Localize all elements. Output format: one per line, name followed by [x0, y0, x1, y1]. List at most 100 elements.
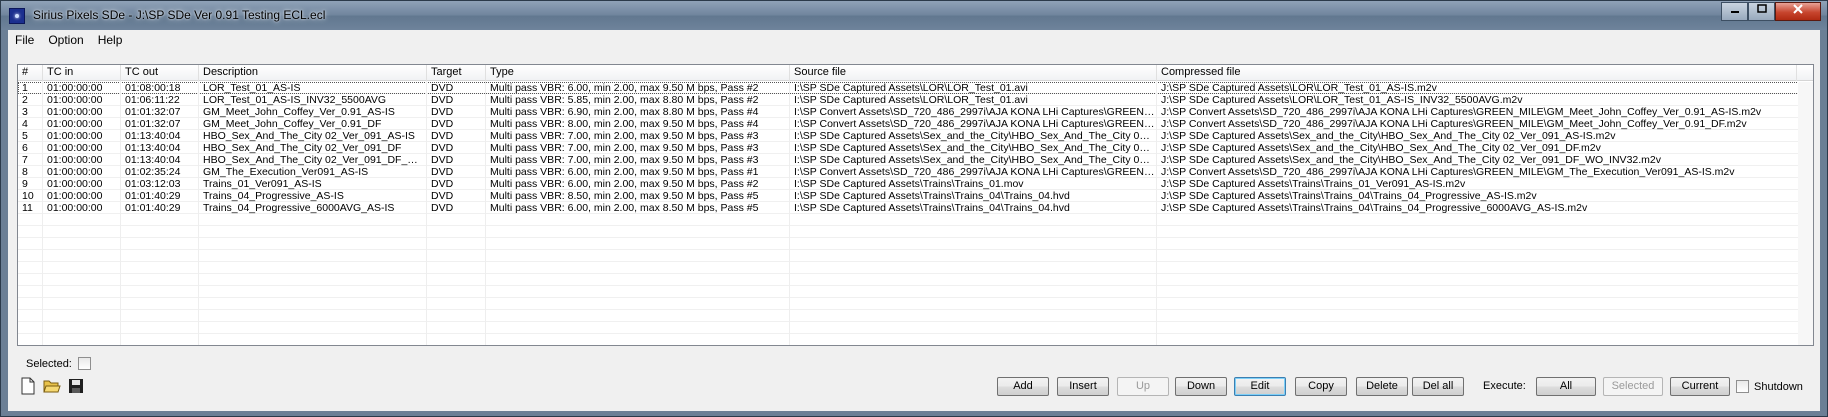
app-icon[interactable]: [9, 8, 25, 24]
delete-button[interactable]: Delete: [1356, 377, 1408, 396]
empty-row[interactable]: [18, 250, 1813, 262]
cell-tc-out: 01:01:32:07: [125, 106, 181, 118]
table-row[interactable]: 1 01:00:00:00 01:08:00:18 LOR_Test_01_AS-IS…: [18, 82, 1813, 94]
cell-compressed-file: J:\SP SDe Captured Assets\LOR\LOR_Test_0…: [1161, 82, 1437, 94]
cell-compressed-file: J:\SP SDe Captured Assets\Trains\Trains_…: [1161, 190, 1537, 202]
cell-compressed-file: J:\SP SDe Captured Assets\Sex_and_the_Ci…: [1161, 154, 1661, 166]
cell-source-file: I:\SP Convert Assets\SD_720_486_2997i\AJ…: [794, 106, 1155, 118]
cell-tc-out: 01:13:40:04: [125, 130, 181, 142]
empty-row[interactable]: [18, 334, 1813, 345]
cell-tc-out: 01:03:12:03: [125, 178, 181, 190]
cell-type: Multi pass VBR: 6.00, min 2.00, max 8.50…: [490, 202, 759, 214]
header-col-description[interactable]: Description: [199, 65, 427, 81]
execute-current-button[interactable]: Current: [1670, 377, 1730, 396]
cell-tc-out: 01:02:35:24: [125, 166, 181, 178]
maximize-button[interactable]: [1748, 2, 1775, 21]
empty-row[interactable]: [18, 298, 1813, 310]
close-button[interactable]: [1775, 2, 1821, 21]
del-all-button[interactable]: Del all: [1412, 377, 1464, 396]
cell-description: Trains_01_Ver091_AS-IS: [203, 178, 322, 190]
execute-selected-button[interactable]: Selected: [1603, 377, 1663, 396]
menu-file[interactable]: File: [8, 30, 41, 50]
cell-source-file: I:\SP SDe Captured Assets\Trains\Trains_…: [794, 190, 1070, 202]
cell-description: GM_The_Execution_Ver091_AS-IS: [203, 166, 369, 178]
menu-bar: File Option Help: [8, 30, 1820, 50]
empty-row[interactable]: [18, 262, 1813, 274]
header-col-target[interactable]: Target: [427, 65, 486, 81]
selected-checkbox[interactable]: [77, 357, 91, 370]
cell-compressed-file: J:\SP Convert Assets\SD_720_486_2997i\AJ…: [1161, 118, 1747, 130]
table-row[interactable]: 4 01:00:00:00 01:01:32:07 GM_Meet_John_Coff…: [18, 118, 1813, 130]
cell-number: 1: [22, 82, 28, 94]
maximize-icon: [1756, 4, 1767, 13]
add-button[interactable]: Add: [997, 377, 1049, 396]
shutdown-checkbox[interactable]: [1736, 380, 1749, 393]
empty-row[interactable]: [18, 286, 1813, 298]
header-col-tc-out[interactable]: TC out: [121, 65, 199, 81]
cell-target: DVD: [431, 178, 454, 190]
up-button[interactable]: Up: [1117, 377, 1169, 396]
new-file-icon: [21, 377, 35, 395]
table-row[interactable]: 3 01:00:00:00 01:01:32:07 GM_Meet_John_Coff…: [18, 106, 1813, 118]
cell-source-file: I:\SP Convert Assets\SD_720_486_2997i\AJ…: [794, 166, 1155, 178]
down-button[interactable]: Down: [1175, 377, 1227, 396]
cell-tc-in: 01:00:00:00: [47, 82, 103, 94]
job-list-grid[interactable]: # TC in TC out Description Target Type Source …: [17, 64, 1814, 346]
cell-type: Multi pass VBR: 7.00, min 2.00, max 9.50…: [490, 142, 759, 154]
cell-target: DVD: [431, 142, 454, 154]
cell-number: 3: [22, 106, 28, 118]
new-file-button[interactable]: [18, 376, 38, 396]
save-button[interactable]: [66, 376, 86, 396]
table-row[interactable]: 5 01:00:00:00 01:13:40:04 HBO_Sex_And_The_C…: [18, 130, 1813, 142]
table-row[interactable]: 9 01:00:00:00 01:03:12:03 Trains_01_Ver091_…: [18, 178, 1813, 190]
cell-type: Multi pass VBR: 6.00, min 2.00, max 9.50…: [490, 166, 759, 178]
shutdown-option[interactable]: Shutdown: [1736, 380, 1803, 393]
header-col-compressed-file[interactable]: Compressed file: [1157, 65, 1797, 81]
open-folder-icon: [43, 380, 61, 393]
cell-tc-out: 01:06:11:22: [125, 94, 180, 106]
cell-description: LOR_Test_01_AS-IS: [203, 82, 301, 94]
empty-row[interactable]: [18, 274, 1813, 286]
table-row[interactable]: 8 01:00:00:00 01:02:35:24 GM_The_Execution_…: [18, 166, 1813, 178]
copy-button[interactable]: Copy: [1295, 377, 1347, 396]
selected-label: Selected:: [26, 357, 72, 370]
menu-help[interactable]: Help: [91, 30, 130, 50]
cell-tc-in: 01:00:00:00: [47, 94, 103, 106]
shutdown-label: Shutdown: [1754, 380, 1803, 393]
header-col-type[interactable]: Type: [486, 65, 790, 81]
header-col-source-file[interactable]: Source file: [790, 65, 1157, 81]
empty-row[interactable]: [18, 226, 1813, 238]
empty-row[interactable]: [18, 310, 1813, 322]
table-row[interactable]: 11 01:00:00:00 01:01:40:29 Trains_04_Progre…: [18, 202, 1813, 214]
empty-row[interactable]: [18, 214, 1813, 226]
table-row[interactable]: 6 01:00:00:00 01:13:40:04 HBO_Sex_And_The_C…: [18, 142, 1813, 154]
column-divider: [485, 81, 486, 345]
title-bar[interactable]: Sirius Pixels SDe - J:\SP SDe Ver 0.91 T…: [1, 1, 1827, 30]
column-divider: [198, 81, 199, 345]
cell-source-file: I:\SP SDe Captured Assets\Sex_and_the_Ci…: [794, 142, 1155, 154]
cell-source-file: I:\SP SDe Captured Assets\Sex_and_the_Ci…: [794, 130, 1155, 142]
empty-row[interactable]: [18, 238, 1813, 250]
edit-button[interactable]: Edit: [1234, 377, 1286, 396]
column-divider: [789, 81, 790, 345]
column-divider: [42, 81, 43, 345]
table-row[interactable]: 2 01:00:00:00 01:06:11:22 LOR_Test_01_AS-IS…: [18, 94, 1813, 106]
cell-number: 2: [22, 94, 28, 106]
header-col-number[interactable]: #: [18, 65, 43, 81]
table-row[interactable]: 7 01:00:00:00 01:13:40:04 HBO_Sex_And_The_C…: [18, 154, 1813, 166]
table-row[interactable]: 10 01:00:00:00 01:01:40:29 Trains_04_Progre…: [18, 190, 1813, 202]
execute-all-button[interactable]: All: [1536, 377, 1596, 396]
cell-type: Multi pass VBR: 5.85, min 2.00, max 8.80…: [490, 94, 759, 106]
insert-button[interactable]: Insert: [1057, 377, 1109, 396]
minimize-button[interactable]: [1721, 2, 1748, 21]
cell-tc-in: 01:00:00:00: [47, 166, 103, 178]
empty-row[interactable]: [18, 322, 1813, 334]
minimize-icon: [1730, 11, 1739, 13]
cell-type: Multi pass VBR: 7.00, min 2.00, max 9.50…: [490, 154, 759, 166]
header-col-tc-in[interactable]: TC in: [43, 65, 121, 81]
cell-type: Multi pass VBR: 6.00, min 2.00, max 9.50…: [490, 82, 759, 94]
menu-option[interactable]: Option: [41, 30, 90, 50]
open-folder-button[interactable]: [42, 376, 62, 396]
cell-tc-in: 01:00:00:00: [47, 130, 103, 142]
cell-compressed-file: J:\SP SDe Captured Assets\Sex_and_the_Ci…: [1161, 142, 1601, 154]
